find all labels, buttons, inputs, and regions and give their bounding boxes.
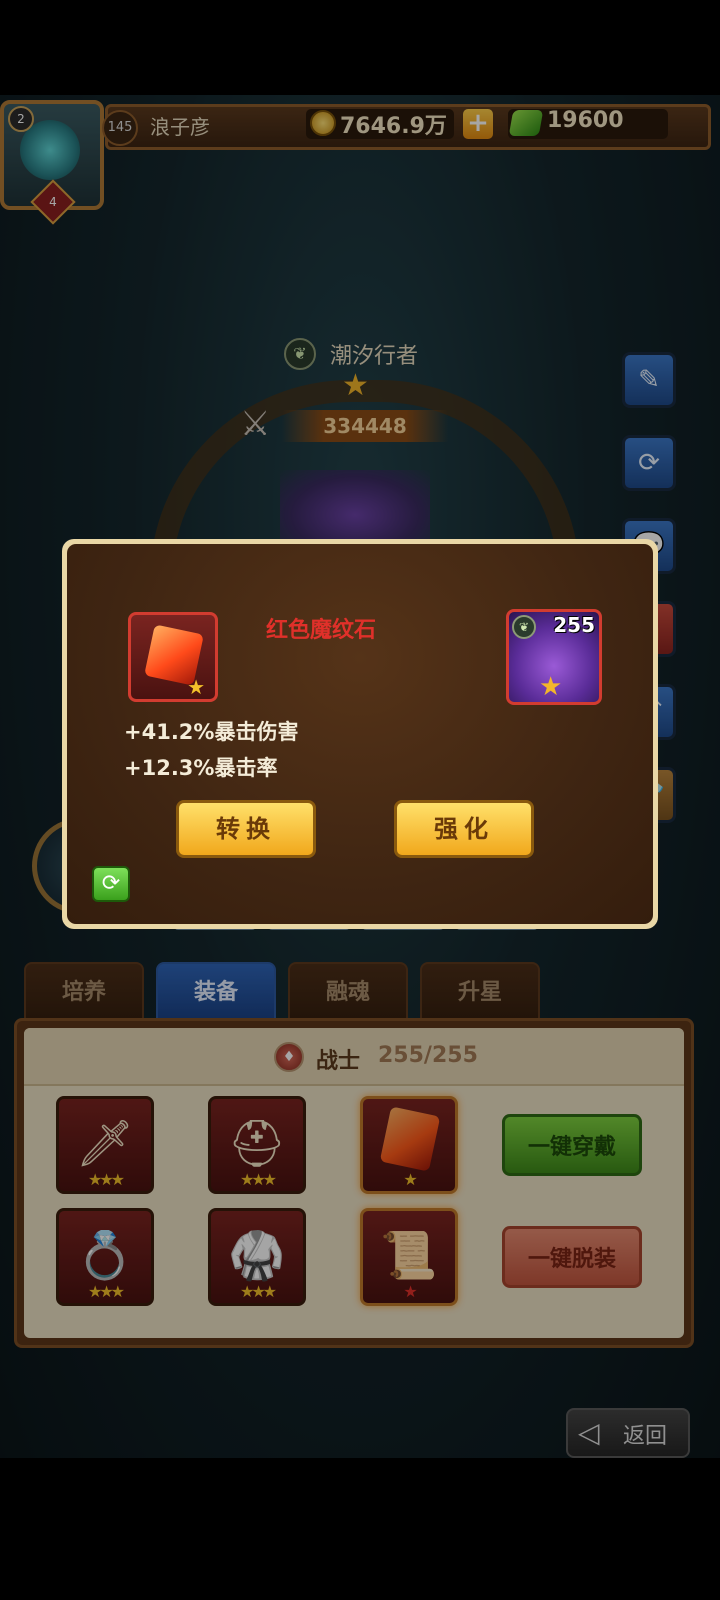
- leaf-class-icon: ❦: [512, 615, 536, 639]
- hero-star-icon: ★: [539, 672, 563, 702]
- equipped-hero-portrait: ❦ 255 ★: [506, 609, 602, 705]
- stat-crit-damage: +41.2%暴击伤害: [124, 720, 299, 744]
- refresh-icon[interactable]: ⟳: [92, 866, 130, 902]
- convert-button[interactable]: 转换: [176, 800, 316, 858]
- item-slot: ★: [128, 612, 218, 702]
- enhance-button[interactable]: 强化: [394, 800, 534, 858]
- item-star-icon: ★: [187, 675, 205, 699]
- bottom-strip: [0, 1458, 720, 1600]
- item-name: 红色魔纹石: [266, 618, 377, 643]
- hero-level: 255: [553, 613, 595, 637]
- stat-crit-rate: +12.3%暴击率: [124, 756, 278, 780]
